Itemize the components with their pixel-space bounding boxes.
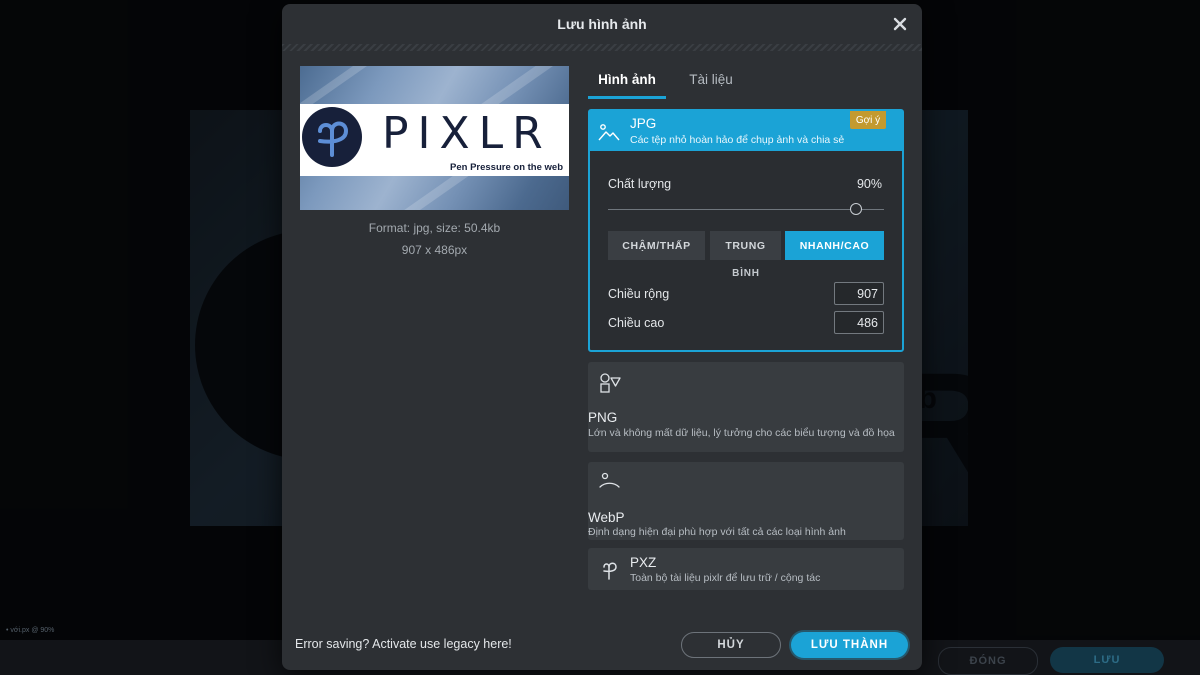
webp-title: WebP [588,510,625,525]
width-input[interactable] [834,282,884,305]
png-title: PNG [588,410,618,425]
landscape-icon [598,124,620,141]
quality-slider-track[interactable] [608,209,884,210]
speed-selector: CHẬM/THẤP TRUNG NHANH/CAO [608,231,884,261]
preview-format-info: Format: jpg, size: 50.4kb [368,221,501,235]
dialog-title: Lưu hình ảnh [557,16,647,32]
pixlr-logo: PIXLR Pen Pressure on the web [300,104,569,176]
background-close-button: ĐÓNG [938,647,1038,675]
jpg-description: Các tệp nhỏ hoàn hảo để chụp ảnh và chia… [630,134,845,146]
close-button[interactable] [890,14,910,34]
close-icon [893,17,907,31]
height-label: Chiều cao [608,316,665,330]
width-label: Chiều rộng [608,287,670,301]
tab-document[interactable]: Tài liệu [676,62,746,96]
preview-dimensions-info: 907 x 486px [401,243,468,257]
speed-high-button[interactable]: NHANH/CAO [785,231,884,260]
pixlr-logo-word: PIXLR [382,108,552,159]
background-status-text: • với.px @ 90% [6,627,55,634]
pixlr-logo-mark-icon [302,107,362,167]
recommended-badge: Gợi ý [850,111,886,129]
background-save-button: LƯU [1050,647,1164,673]
quality-value: 90% [856,177,882,191]
dialog-header: Lưu hình ảnh [282,4,922,44]
save-as-button[interactable]: LƯU THÀNH [791,632,908,658]
speed-low-button[interactable]: CHẬM/THẤP [608,231,705,260]
pxz-description: Toàn bộ tài liệu pixlr để lưu trữ / cộng… [630,572,821,584]
format-option-png[interactable]: PNG Lớn và không mất dữ liệu, lý tưởng c… [588,362,904,452]
shapes-icon [600,373,621,393]
png-description: Lớn và không mất dữ liệu, lý tưởng cho c… [588,427,895,439]
pixlr-pxz-icon [603,562,617,580]
format-option-pxz[interactable]: PXZ Toàn bộ tài liệu pixlr để lưu trữ / … [588,548,904,590]
pxz-title: PXZ [630,555,657,570]
format-option-webp[interactable]: WebP Định dạng hiện đại phù hợp với tất … [588,462,904,540]
header-divider [282,44,922,51]
webp-description: Định dạng hiện đại phù hợp với tất cả cá… [588,526,846,538]
format-option-jpg[interactable]: JPG Các tệp nhỏ hoàn hảo để chụp ảnh và … [588,109,904,352]
jpg-title: JPG [630,116,657,131]
quality-label: Chất lượng [608,177,672,191]
cancel-button[interactable]: HỦY [681,632,781,658]
legacy-save-link[interactable]: Error saving? Activate use legacy here! [295,637,512,651]
tab-image[interactable]: Hình ảnh [588,62,666,99]
save-image-dialog: Lưu hình ảnh PIXLR Pen Pressure on the w… [282,4,922,670]
speed-medium-button[interactable]: TRUNG [710,231,781,260]
quality-slider-thumb[interactable] [850,203,863,215]
person-icon [599,472,620,488]
image-preview: PIXLR Pen Pressure on the web [300,66,569,210]
jpg-header[interactable]: JPG Các tệp nhỏ hoàn hảo để chụp ảnh và … [590,111,902,151]
height-input[interactable] [834,311,884,334]
speed-medium-label-wrap: BÌNH [732,268,760,279]
pixlr-logo-tagline: Pen Pressure on the web [450,162,563,173]
